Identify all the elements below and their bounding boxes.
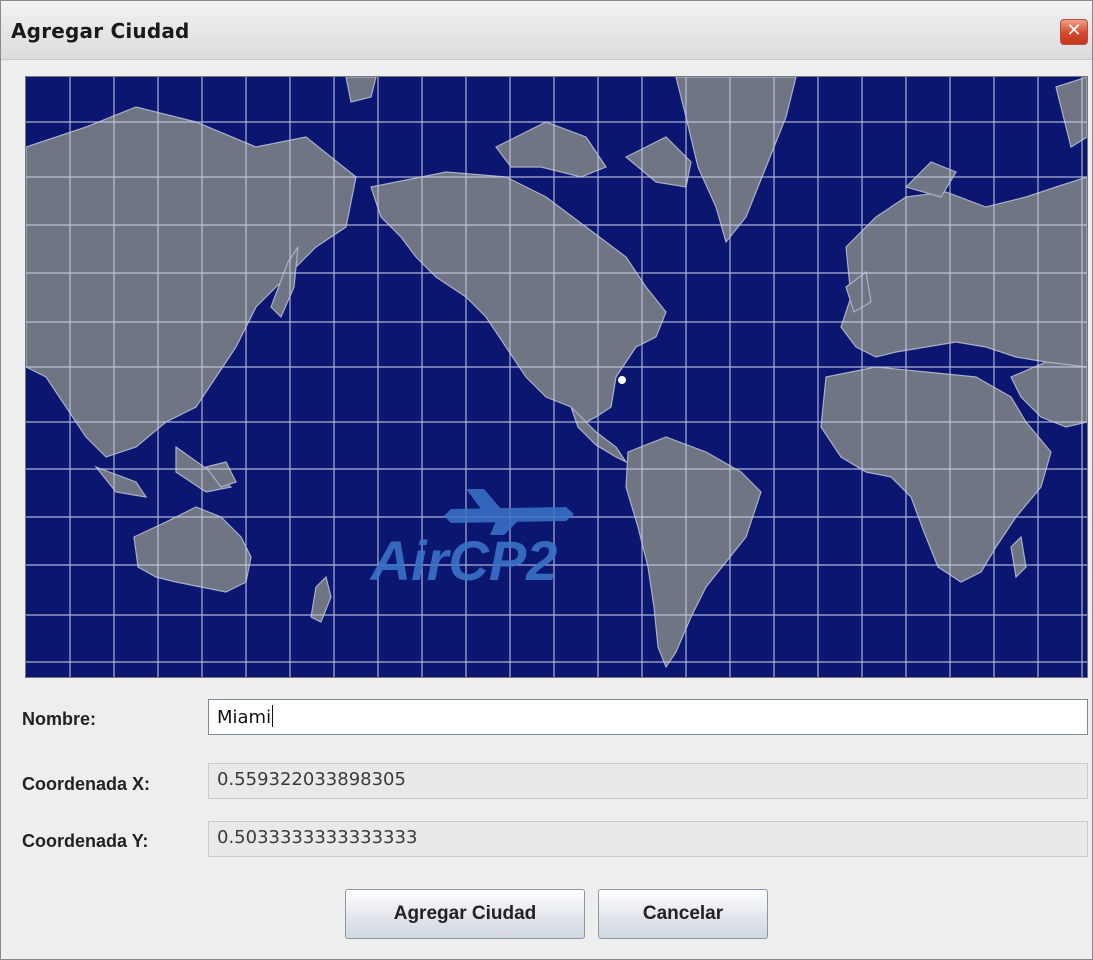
text-caret xyxy=(272,705,274,727)
coordenada-x-label: Coordenada X: xyxy=(22,774,151,794)
nombre-label: Nombre: xyxy=(22,709,97,729)
coordenada-y-field: 0.5033333333333333 xyxy=(208,821,1088,857)
cancelar-button[interactable]: Cancelar xyxy=(598,889,768,939)
nombre-input[interactable]: Miami xyxy=(208,699,1088,735)
nombre-value: Miami xyxy=(217,707,272,728)
coordenada-y-label: Coordenada Y: xyxy=(22,831,149,851)
aircp2-watermark: AirCP2 xyxy=(369,529,558,592)
close-icon: ✕ xyxy=(1066,20,1082,41)
window-title: Agregar Ciudad xyxy=(11,19,190,43)
world-map[interactable]: AirCP2 xyxy=(25,76,1088,678)
coordenada-x-field: 0.559322033898305 xyxy=(208,763,1088,799)
title-bar[interactable]: Agregar Ciudad ✕ xyxy=(1,1,1092,60)
close-button[interactable]: ✕ xyxy=(1060,19,1088,45)
city-marker-icon xyxy=(618,376,626,384)
dialog-window: Agregar Ciudad ✕ AirCP2 Nombre: Miami Co… xyxy=(0,0,1093,960)
agregar-ciudad-button[interactable]: Agregar Ciudad xyxy=(345,889,585,939)
